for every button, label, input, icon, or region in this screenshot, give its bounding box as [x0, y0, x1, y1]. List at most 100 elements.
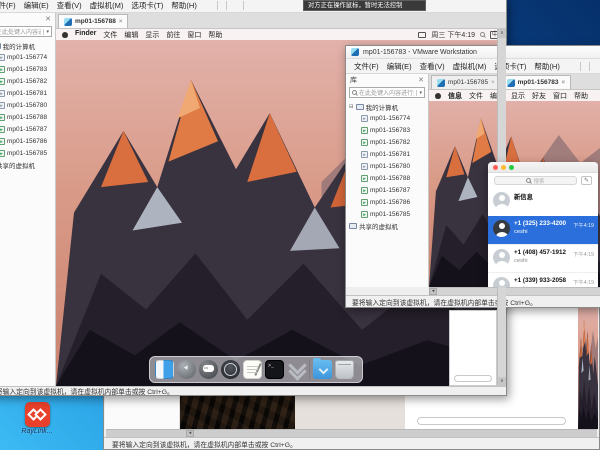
menu-item[interactable]: 查看(V) [416, 59, 449, 74]
mp01-156787[interactable]: ▸ mp01-156787 [0, 123, 55, 135]
macos-menu-item[interactable]: 窗口 [187, 30, 201, 40]
mp01-156782[interactable]: ▸ mp01-156782 [349, 136, 428, 148]
mp01-156783[interactable]: ▸ mp01-156783 [0, 63, 55, 75]
messages-icon[interactable] [199, 360, 218, 379]
mp01-156787[interactable]: ▸ mp01-156787 [349, 184, 428, 196]
macos-menu-item[interactable]: 帮助 [574, 91, 588, 101]
menu-item[interactable]: 选项卡(T) [127, 0, 167, 13]
menubar-clock[interactable]: 周三 下午4:19 [431, 30, 475, 40]
messages-window[interactable]: 搜索 ✎ 新信息 [488, 162, 598, 287]
tree-root-my-computer[interactable]: ⊟ 我的计算机 [0, 40, 55, 51]
tab-close-icon[interactable]: × [491, 80, 495, 86]
mp01-156782[interactable]: ▸ mp01-156782 [0, 75, 55, 87]
mp01-156785[interactable]: ▸ mp01-156785 [349, 208, 428, 220]
menu-item[interactable]: 文件(F) [0, 0, 20, 13]
close-icon[interactable]: ✕ [418, 76, 424, 84]
macos-menu-item[interactable]: Finder [75, 30, 96, 40]
display-status-icon[interactable] [418, 32, 426, 38]
menu-item[interactable]: 文件(F) [350, 59, 383, 74]
mp01-156783[interactable]: ▸ mp01-156783 [349, 124, 428, 136]
vm-screen-156783[interactable]: 信息文件编辑显示好友窗口帮助 搜索 [429, 90, 600, 287]
conversation-row[interactable]: +1 (408) 457-1912 ceshi 下午4:19 [488, 244, 598, 272]
chevron-down-icon[interactable]: ▾ [43, 29, 49, 35]
mp01-156780[interactable]: ▸ mp01-156780 [0, 99, 55, 111]
macos-menu-item[interactable]: 文件 [103, 30, 117, 40]
toolbar-separator[interactable] [243, 1, 244, 10]
macos-menu-item[interactable]: 前往 [166, 30, 180, 40]
downloads-stack-icon[interactable] [287, 360, 306, 379]
scroll-left-button[interactable]: ◂ [186, 430, 194, 437]
apple-menu-icon[interactable] [435, 93, 441, 99]
mp01-156780[interactable]: ▸ mp01-156780 [349, 160, 428, 172]
toolbar-separator[interactable] [226, 1, 227, 10]
toolbar-separator[interactable] [580, 62, 581, 71]
vm-tab[interactable]: mp01-156785 × [431, 75, 501, 89]
macos-menu-item[interactable]: 信息 [448, 91, 462, 101]
conversation-row[interactable]: +1 (339) 933-2058 ceshi 下午4:19 [488, 272, 598, 287]
macos-menu-item[interactable]: 显示 [145, 30, 159, 40]
menu-item[interactable]: 帮助(H) [530, 59, 563, 74]
launchpad-icon[interactable] [177, 360, 196, 379]
library-search-input[interactable]: 在此处键入内容进行搜索 ▾ [349, 87, 425, 98]
toolbar-separator[interactable] [217, 1, 218, 10]
horizontal-scrollbar[interactable]: ◂ [106, 429, 597, 437]
macos-menu-item[interactable]: 窗口 [553, 91, 567, 101]
terminal-icon[interactable] [265, 360, 284, 379]
scroll-down-button[interactable]: ∨ [498, 377, 506, 386]
vm-tab-mp01-156788[interactable]: mp01-156788 × [58, 14, 128, 28]
zoom-traffic-light[interactable] [509, 165, 514, 170]
macos-menu-item[interactable]: 好友 [532, 91, 546, 101]
tree-shared-vms[interactable]: 共享的虚拟机 [0, 159, 55, 170]
conversation-row[interactable]: 新信息 [488, 188, 598, 216]
downloads-folder-icon[interactable] [313, 360, 332, 379]
menu-item[interactable]: 帮助(H) [167, 0, 200, 13]
mp01-156774[interactable]: ▸ mp01-156774 [0, 51, 55, 63]
tab-close-icon[interactable]: × [561, 80, 565, 86]
menu-item[interactable]: 虚拟机(M) [449, 59, 491, 74]
notes-icon[interactable] [243, 360, 262, 379]
library-search-input[interactable]: 在此处键入内容进行搜索 ▾ [0, 26, 52, 37]
message-input-field[interactable] [417, 417, 566, 425]
macos-menu-item[interactable]: 文件 [469, 91, 483, 101]
close-traffic-light[interactable] [493, 165, 498, 170]
spotlight-icon[interactable] [480, 32, 485, 37]
macos-menu-item[interactable]: 显示 [511, 91, 525, 101]
message-input-field[interactable] [454, 375, 492, 382]
tree-root-my-computer[interactable]: ⊟ 我的计算机 [349, 101, 428, 112]
safari-icon[interactable] [221, 360, 240, 379]
menu-item[interactable]: 虚拟机(M) [86, 0, 128, 13]
mp01-156786[interactable]: ▸ mp01-156786 [0, 135, 55, 147]
minimize-traffic-light[interactable] [501, 165, 506, 170]
close-icon[interactable]: ✕ [45, 15, 51, 23]
mp01-156788[interactable]: ▸ mp01-156788 [0, 111, 55, 123]
mp01-156781[interactable]: ▸ mp01-156781 [349, 148, 428, 160]
window-titlebar[interactable]: mp01-156783 - VMware Workstation [346, 46, 600, 59]
menu-item[interactable]: 编辑(E) [383, 59, 416, 74]
dock-divider[interactable] [309, 359, 310, 380]
mp01-156774[interactable]: ▸ mp01-156774 [349, 112, 428, 124]
menu-item[interactable]: 编辑(E) [20, 0, 53, 13]
finder-icon[interactable] [155, 360, 174, 379]
macos-menu-item[interactable]: 编辑 [124, 30, 138, 40]
vm-tab[interactable]: mp01-156783 × [501, 75, 571, 89]
scroll-left-button[interactable]: ◂ [429, 288, 437, 295]
trash-icon[interactable] [335, 360, 354, 379]
vmware-window-156783[interactable]: mp01-156783 - VMware Workstation 文件(F)编辑… [345, 45, 600, 308]
messages-titlebar[interactable] [488, 162, 598, 173]
mp01-156781[interactable]: ▸ mp01-156781 [0, 87, 55, 99]
chevron-down-icon[interactable]: ▾ [416, 90, 422, 96]
collapse-icon[interactable]: ⊟ [349, 104, 354, 110]
tab-close-icon[interactable]: × [119, 19, 123, 25]
mp01-156788[interactable]: ▸ mp01-156788 [349, 172, 428, 184]
macos-menu-item[interactable]: 帮助 [208, 30, 222, 40]
desktop-shortcut-raylink[interactable]: RayLink... [10, 402, 64, 435]
compose-button[interactable]: ✎ [581, 176, 592, 185]
conversation-row[interactable]: +1 (325) 233-4200 ceshi 下午4:19 [488, 216, 598, 244]
horizontal-scrollbar[interactable]: ◂ [429, 287, 600, 295]
toolbar-separator[interactable] [589, 62, 590, 71]
scroll-up-button[interactable]: ∧ [498, 29, 506, 38]
apple-menu-icon[interactable] [62, 32, 68, 38]
tree-shared-vms[interactable]: 共享的虚拟机 [349, 220, 428, 231]
mp01-156785[interactable]: ▸ mp01-156785 [0, 147, 55, 159]
mp01-156786[interactable]: ▸ mp01-156786 [349, 196, 428, 208]
